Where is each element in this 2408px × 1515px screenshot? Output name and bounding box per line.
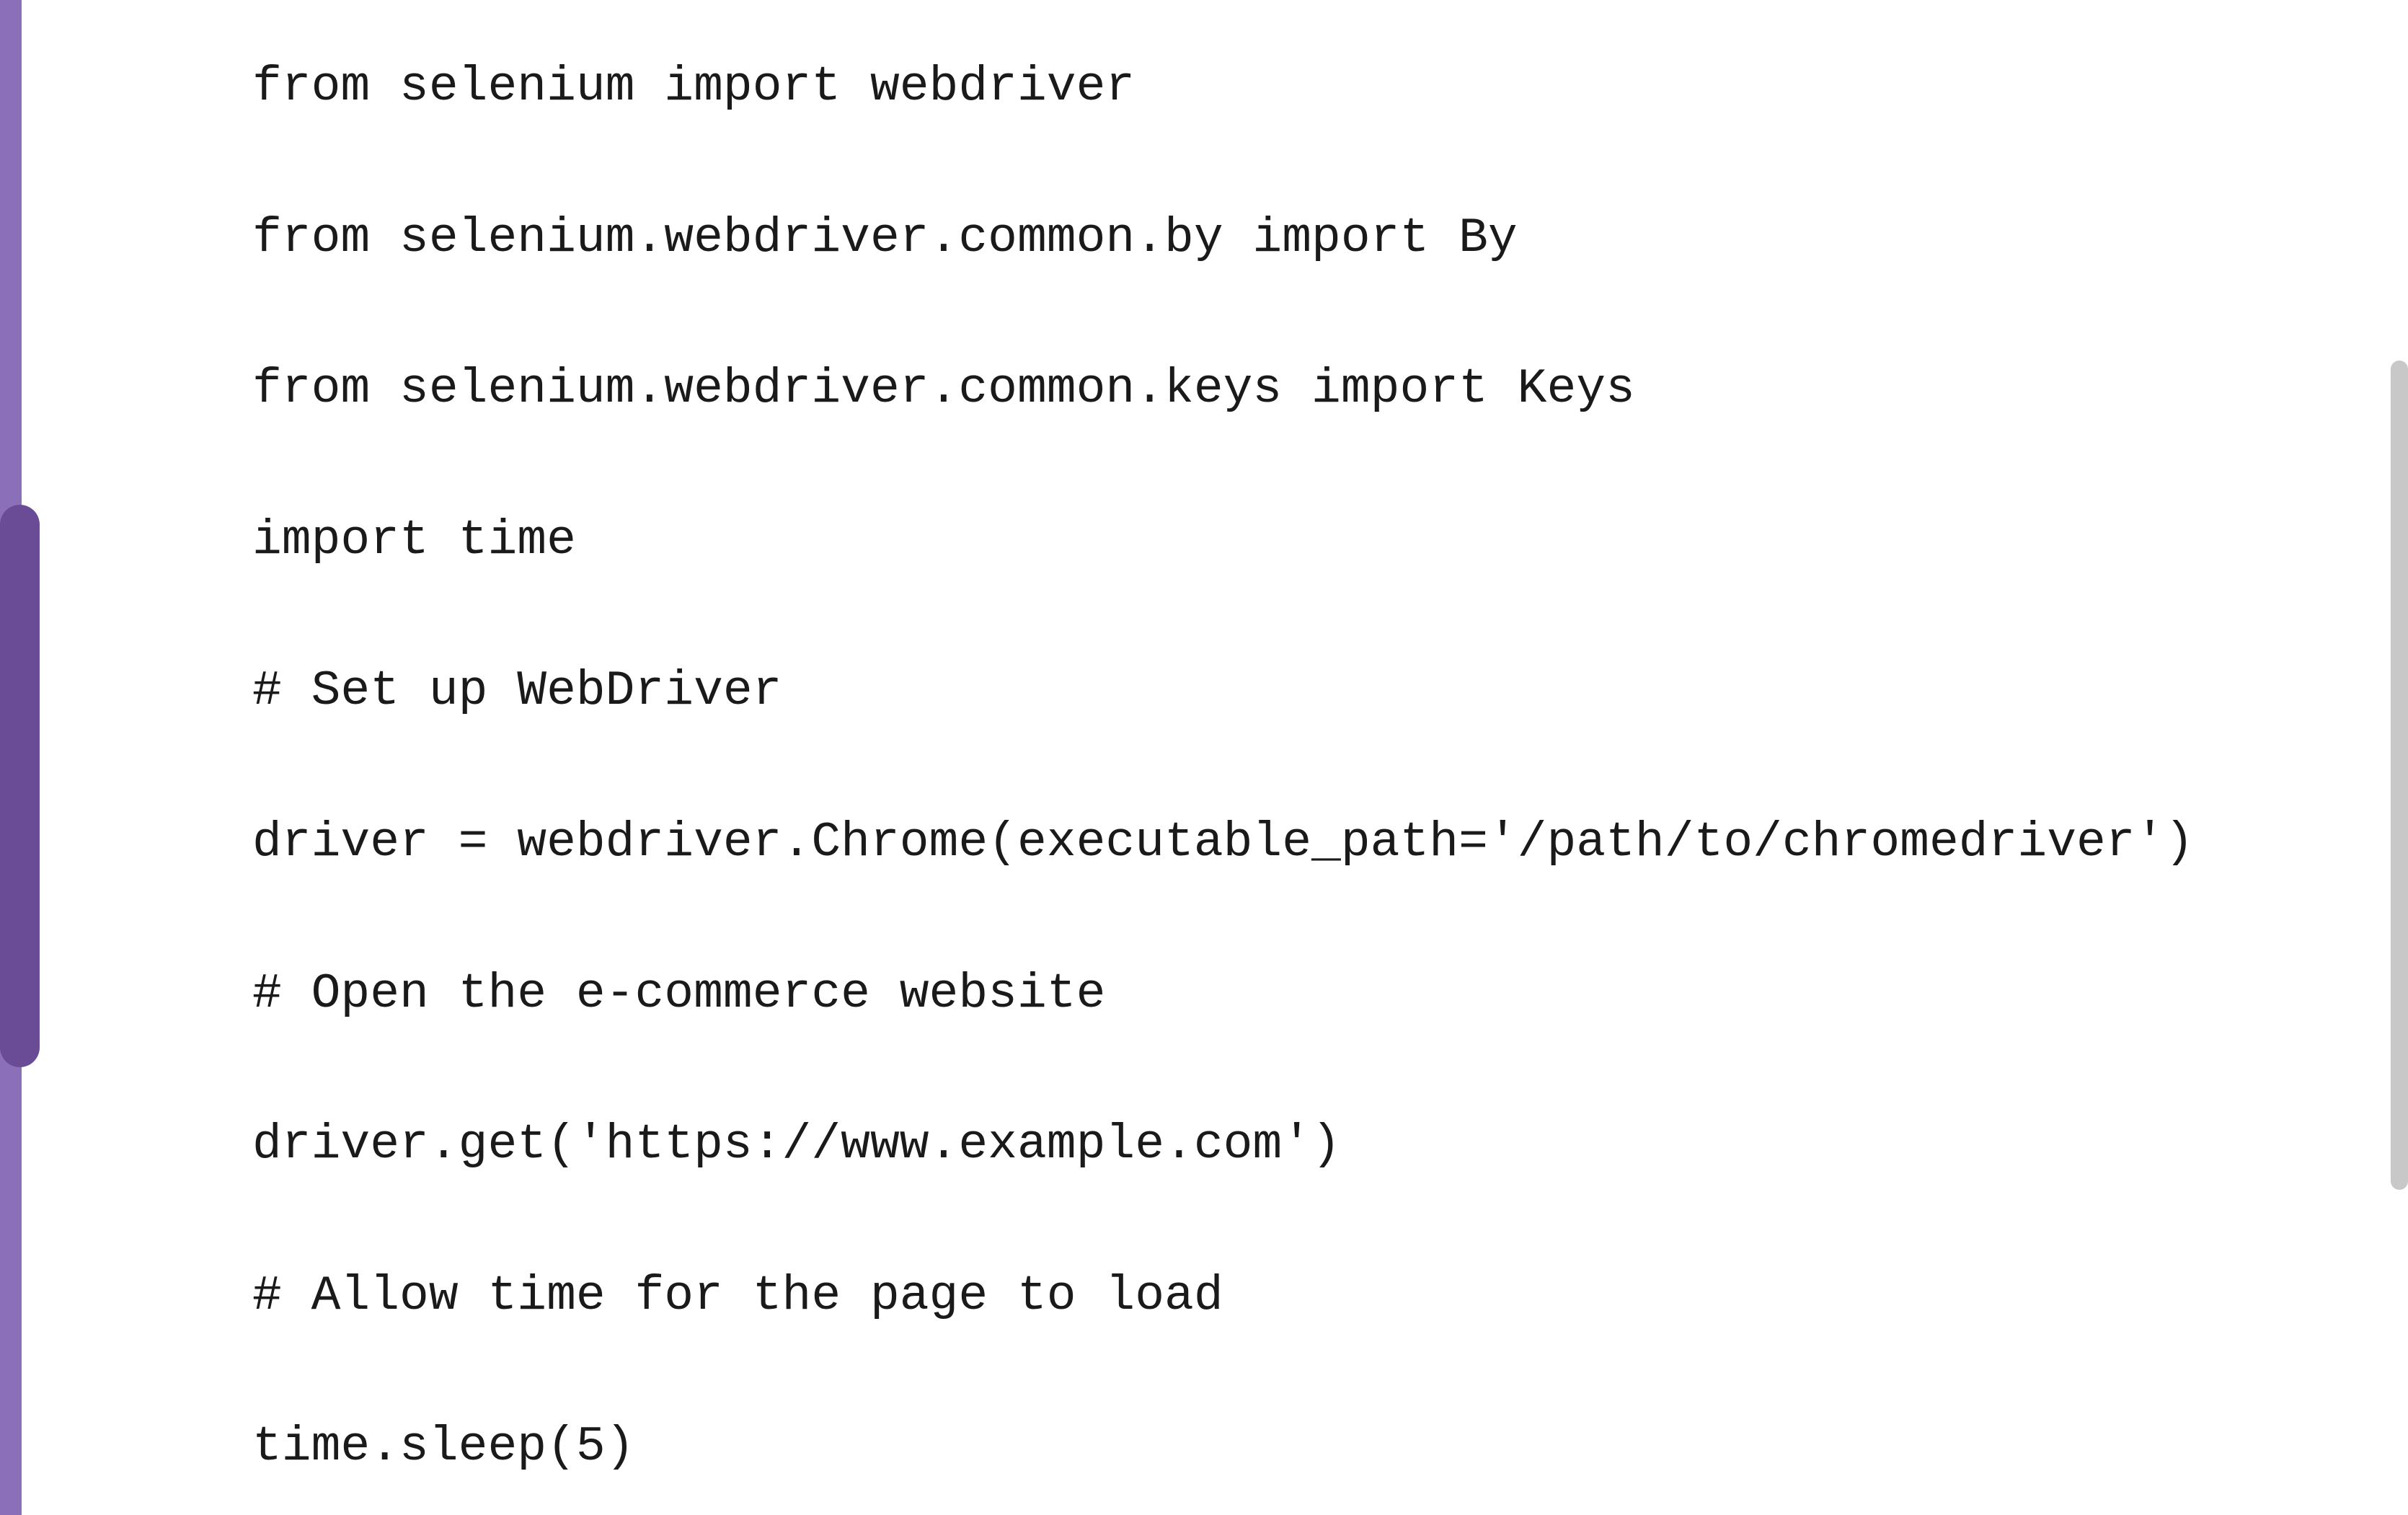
code-block: from selenium import webdriver from sele…: [252, 58, 2249, 1477]
code-line: from selenium import webdriver: [252, 58, 2249, 117]
code-line: # Open the e-commerce website: [252, 965, 2249, 1024]
code-line: from selenium.webdriver.common.by import…: [252, 209, 2249, 268]
code-line: # Set up WebDriver: [252, 662, 2249, 721]
code-line: driver = webdriver.Chrome(executable_pat…: [252, 813, 2249, 873]
left-scroll-thumb[interactable]: [0, 505, 40, 1067]
code-line: driver.get('https://www.example.com'): [252, 1116, 2249, 1175]
code-line: # Allow time for the page to load: [252, 1267, 2249, 1326]
right-scroll-track[interactable]: [2391, 0, 2408, 1515]
right-scroll-thumb[interactable]: [2391, 361, 2408, 1190]
code-line: time.sleep(5): [252, 1418, 2249, 1477]
code-line: from selenium.webdriver.common.keys impo…: [252, 360, 2249, 419]
code-line: import time: [252, 511, 2249, 570]
